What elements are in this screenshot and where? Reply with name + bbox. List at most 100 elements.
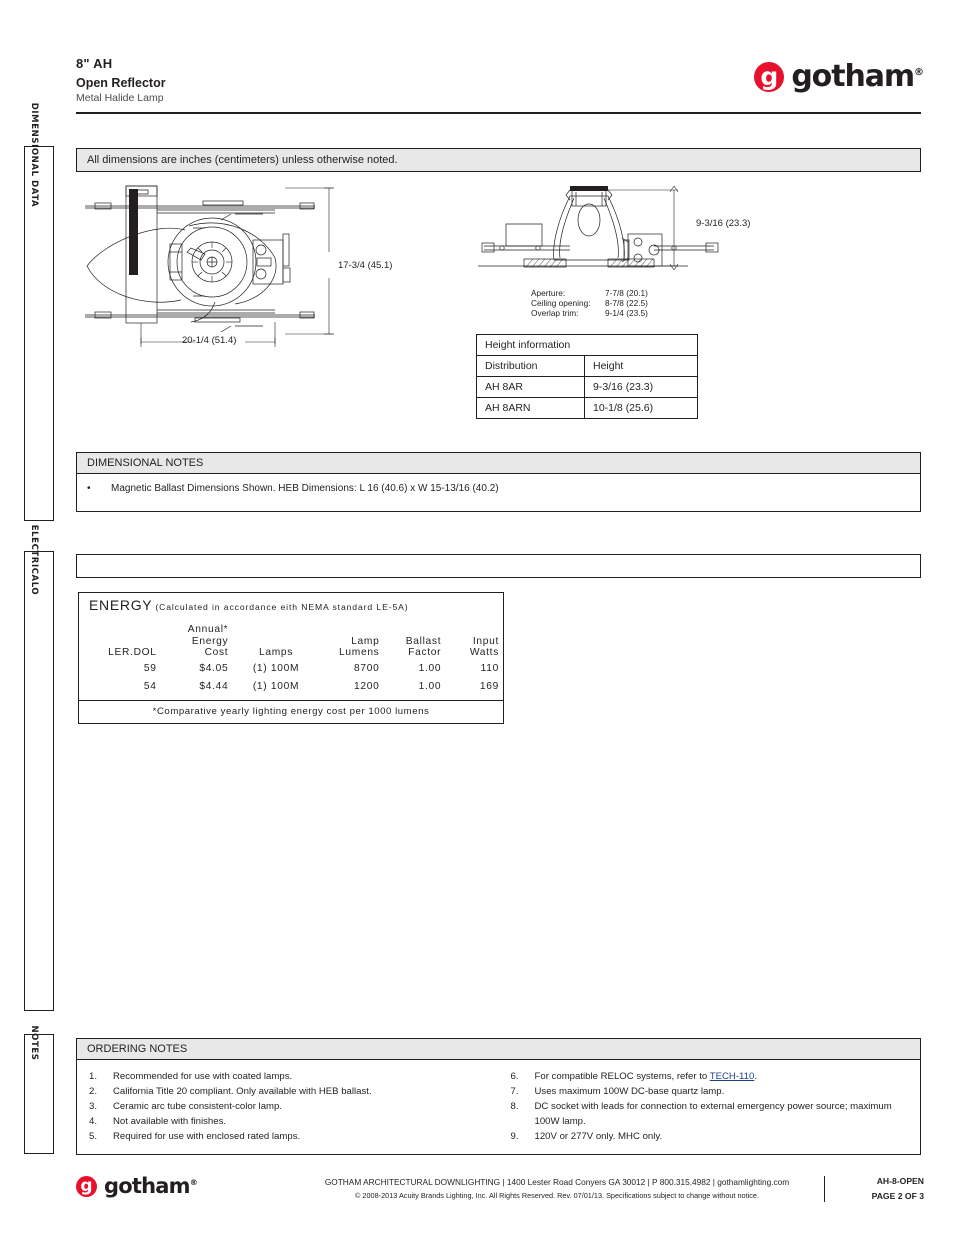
gotham-g-letter: g xyxy=(760,62,779,91)
table-row: AH 8ARN 10-1/8 (25.6) xyxy=(476,397,698,419)
aperture-spec-list: Aperture: 7-7/8 (20.1) Ceiling opening: … xyxy=(531,288,648,319)
list-item: 1. Recommended for use with coated lamps… xyxy=(77,1069,499,1084)
sidebar-tab-electrical[interactable]: ELECTRICALO xyxy=(24,525,54,1011)
sidebar-tab-notes[interactable]: NOTES xyxy=(24,1025,54,1154)
list-item: 3. Ceramic arc tube consistent-color lam… xyxy=(77,1099,499,1114)
gotham-wordmark: gotham® xyxy=(791,59,924,94)
overlap-trim-label: Overlap trim: xyxy=(531,308,579,319)
cell-lamp-lumens: 8700 xyxy=(354,662,380,674)
column-header-annual-energy-cost: Annual* Energy Cost xyxy=(187,624,229,658)
aperture-value: 7-7/8 (20.1) xyxy=(605,288,648,298)
column-header-lamps: Lamps xyxy=(258,647,294,658)
energy-data-table: LER.DOL Annual* Energy Cost Lamps Lamp L… xyxy=(79,624,503,696)
sidebar-tab-dimensional-data-label: DIMENSIONAL DATA xyxy=(29,102,39,208)
column-header-height: Height xyxy=(584,355,698,377)
cell-input-watts: 169 xyxy=(479,680,499,692)
note-text-after: . xyxy=(754,1071,758,1082)
note-text: Required for use with enclosed rated lam… xyxy=(113,1131,301,1142)
sidebar-tab-electrical-label: ELECTRICALO xyxy=(29,524,39,596)
sidebar-tab-notes-label: NOTES xyxy=(29,1025,39,1061)
note-number: 7. xyxy=(510,1086,519,1097)
energy-table-body: LER.DOL Annual* Energy Cost Lamps Lamp L… xyxy=(78,618,504,700)
note-number: 3. xyxy=(89,1101,98,1112)
list-item: 2. California Title 20 compliant. Only a… xyxy=(77,1084,499,1099)
column-header-lamp-lumens: Lamp Lumens xyxy=(339,635,380,659)
column-header-input-watts: Input Watts xyxy=(469,635,499,659)
footer-doc-info: AH-8-OPEN PAGE 2 OF 3 xyxy=(872,1174,924,1204)
tech-110-link[interactable]: TECH-110 xyxy=(710,1071,755,1082)
ceiling-opening-value: 8-7/8 (22.5) xyxy=(605,298,648,309)
aperture-spec-row: Aperture: 7-7/8 (20.1) xyxy=(531,288,648,298)
footer-copyright-line: © 2008-2013 Acuity Brands Lighting, Inc.… xyxy=(355,1191,759,1200)
table-header-row: Distribution Height xyxy=(476,355,698,377)
cell-annual-energy-cost: $4.44 xyxy=(199,680,229,692)
ordering-notes-right-column: 6. For compatible RELOC systems, refer t… xyxy=(499,1069,921,1144)
cell-ler-dol: 59 xyxy=(143,662,157,674)
footer-page-number: PAGE 2 OF 3 xyxy=(871,1191,924,1201)
gotham-g-letter: g xyxy=(80,1175,93,1196)
plan-view-drawing: 17-3/4 (45.1) 20-1/4 (51.4) xyxy=(85,182,392,357)
list-item: • Magnetic Ballast Dimensions Shown. HEB… xyxy=(77,474,920,497)
column-header-ballast-factor: Ballast Factor xyxy=(405,635,442,659)
cell-ler-dol: 54 xyxy=(143,680,157,692)
note-number: 9. xyxy=(510,1131,519,1142)
note-text: Ceramic arc tube consistent-color lamp. xyxy=(113,1101,283,1112)
note-text: 120V or 277V only. MHC only. xyxy=(534,1131,663,1142)
height-value: 10-1/8 (25.6) xyxy=(584,397,698,419)
note-text: Uses maximum 100W DC-base quartz lamp. xyxy=(534,1086,725,1097)
note-number: 4. xyxy=(89,1116,98,1127)
sidebar-tab-dimensional-data[interactable]: DIMENSIONAL DATA xyxy=(24,103,54,521)
energy-table-header: ENERGY (Calculated in accordance eith NE… xyxy=(78,592,504,618)
note-number: 6. xyxy=(510,1071,519,1082)
overlap-trim-value: 9-1/4 (23.5) xyxy=(605,308,648,319)
cell-lamp-lumens: 1200 xyxy=(354,680,380,692)
section-view-svg xyxy=(478,185,719,271)
note-text: DC socket with leads for connection to e… xyxy=(534,1101,892,1127)
plan-view-svg xyxy=(85,185,334,347)
energy-title: ENERGY xyxy=(89,597,153,613)
note-number: 1. xyxy=(89,1071,98,1082)
note-text: For compatible RELOC systems, refer to T… xyxy=(535,1069,921,1084)
cell-input-watts: 110 xyxy=(480,662,499,674)
plan-view-width-dimension: 20-1/4 (51.4) xyxy=(182,335,237,346)
section-view-drawing: 9-3/16 (23.3) xyxy=(478,184,750,289)
plan-view-height-dimension: 17-3/4 (45.1) xyxy=(338,260,393,271)
ceiling-opening-label: Ceiling opening: xyxy=(531,298,591,309)
dimensional-units-text: All dimensions are inches (centimeters) … xyxy=(87,154,398,166)
dimensional-notes-panel: • Magnetic Ballast Dimensions Shown. HEB… xyxy=(76,474,921,512)
note-number: 8. xyxy=(510,1101,519,1112)
registered-mark: ® xyxy=(189,1178,198,1187)
gotham-g-mark-icon: g xyxy=(76,1176,97,1197)
gotham-g-mark-icon: g xyxy=(754,62,785,92)
table-row: 54 $4.44 (1) 100M 1200 1.00 169 xyxy=(79,678,503,696)
list-item: 7. Uses maximum 100W DC-base quartz lamp… xyxy=(499,1084,921,1099)
section-view-height-dimension: 9-3/16 (23.3) xyxy=(696,218,751,229)
list-item: 8. DC socket with leads for connection t… xyxy=(499,1099,921,1129)
height-table-caption: Height information xyxy=(476,334,698,356)
bullet-icon: • xyxy=(87,483,91,494)
footer-address-line: GOTHAM ARCHITECTURAL DOWNLIGHTING | 1400… xyxy=(324,1177,790,1187)
cell-ballast-factor: 1.00 xyxy=(418,680,442,692)
aperture-spec-row: Ceiling opening: 8-7/8 (22.5) xyxy=(531,298,648,308)
cell-lamps: (1) 100M xyxy=(252,680,300,692)
dimensional-note-text: Magnetic Ballast Dimensions Shown. HEB D… xyxy=(111,483,499,494)
note-text-before: For compatible RELOC systems, refer to xyxy=(534,1071,710,1082)
note-number: 2. xyxy=(89,1086,98,1097)
dimensional-notes-title-bar: DIMENSIONAL NOTES xyxy=(76,452,921,474)
registered-mark: ® xyxy=(914,67,924,78)
energy-table-block: ENERGY (Calculated in accordance eith NE… xyxy=(78,592,504,724)
footer-company-info: GOTHAM ARCHITECTURAL DOWNLIGHTING | 1400… xyxy=(300,1176,825,1202)
gotham-wordmark: gotham® xyxy=(104,1174,198,1198)
list-item: 4. Not available with finishes. xyxy=(77,1114,499,1129)
gotham-logo-footer: g gotham® xyxy=(76,1176,198,1197)
cell-ballast-factor: 1.00 xyxy=(418,662,442,674)
distribution-value: AH 8AR xyxy=(476,376,585,398)
height-information-table: Height information Distribution Height A… xyxy=(476,334,698,419)
table-caption-row: Height information xyxy=(476,334,698,356)
table-row: 59 $4.05 (1) 100M 8700 1.00 110 xyxy=(79,660,503,678)
height-value: 9-3/16 (23.3) xyxy=(584,376,698,398)
ordering-notes-left-column: 1. Recommended for use with coated lamps… xyxy=(77,1069,499,1144)
distribution-value: AH 8ARN xyxy=(476,397,585,419)
ordering-notes-title: ORDERING NOTES xyxy=(87,1043,188,1055)
aperture-label: Aperture: xyxy=(531,288,566,298)
